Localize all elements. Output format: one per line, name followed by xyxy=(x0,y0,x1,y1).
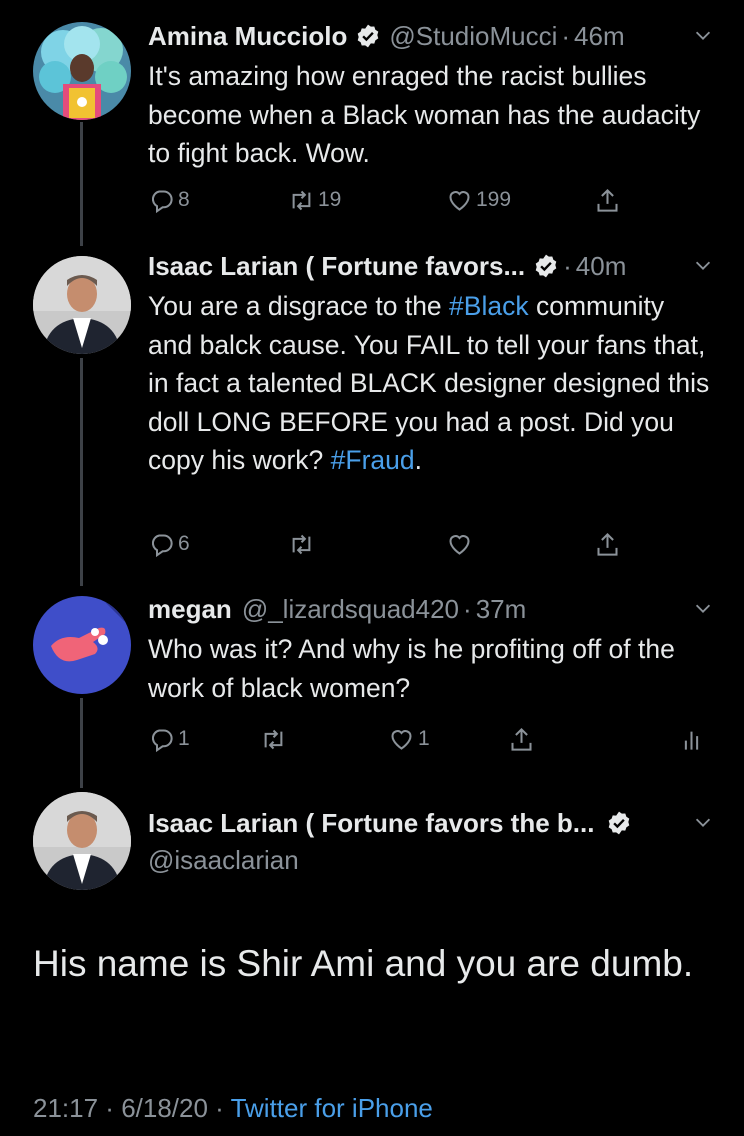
verified-icon xyxy=(609,811,630,835)
avatar[interactable] xyxy=(33,22,131,120)
thread-line xyxy=(80,358,83,586)
like-count: 199 xyxy=(476,188,512,211)
like-button[interactable]: 1 xyxy=(388,722,430,756)
focus-handle-row: @isaaclarian xyxy=(148,840,714,880)
tweet-actions: 8 19 199 xyxy=(148,183,668,217)
tweet-text: Who was it? And why is he profiting off … xyxy=(148,634,675,703)
reply-icon xyxy=(151,189,173,213)
author-name[interactable]: Isaac Larian ( Fortune favors the b... xyxy=(148,808,594,839)
tweet-time[interactable]: 40m xyxy=(576,251,627,282)
separator-dot: · xyxy=(98,1093,122,1123)
analytics-icon xyxy=(684,731,699,750)
author-handle[interactable]: @_lizardsquad420 xyxy=(242,594,459,625)
reply-icon xyxy=(151,728,173,752)
analytics-button[interactable] xyxy=(678,722,708,756)
reply-button[interactable]: 8 xyxy=(148,183,190,217)
chevron-down-icon[interactable] xyxy=(692,811,714,833)
chevron-down-icon[interactable] xyxy=(692,597,714,619)
separator-dot: · xyxy=(561,20,571,51)
share-button[interactable] xyxy=(594,183,624,217)
retweet-button[interactable] xyxy=(260,722,290,756)
author-name[interactable]: Amina Mucciolo xyxy=(148,21,347,52)
retweet-icon xyxy=(264,729,283,749)
reply-button[interactable]: 1 xyxy=(148,722,190,756)
like-count: 1 xyxy=(418,727,430,750)
tweet-meta: 21:17 · 6/18/20 · Twitter for iPhone xyxy=(33,1093,433,1124)
retweet-button[interactable] xyxy=(288,527,318,561)
separator-dot: · xyxy=(563,250,572,281)
like-button[interactable] xyxy=(446,527,476,561)
retweet-icon xyxy=(292,534,311,554)
like-icon xyxy=(449,534,470,555)
share-icon xyxy=(597,188,618,212)
avatar[interactable] xyxy=(33,256,131,354)
avatar[interactable] xyxy=(33,792,131,890)
hashtag-link[interactable]: #Fraud xyxy=(331,445,415,475)
separator-dot: · xyxy=(463,593,472,624)
verified-icon xyxy=(358,24,379,48)
tweet-actions: 6 xyxy=(148,527,668,561)
avatar[interactable] xyxy=(33,596,131,694)
verified-icon xyxy=(535,254,557,278)
share-icon xyxy=(511,727,532,751)
reply-count: 6 xyxy=(178,532,190,555)
chevron-down-icon[interactable] xyxy=(692,24,714,46)
thread-line xyxy=(80,122,83,246)
tweet-text: You are a disgrace to the #Black communi… xyxy=(148,287,714,480)
tweet-header: megan @_lizardsquad420 · 37m xyxy=(148,589,714,629)
focus-tweet-text: His name is Shir Ami and you are dumb. xyxy=(33,943,694,984)
tweet-actions: 1 1 xyxy=(148,722,714,756)
thread-line xyxy=(80,698,83,788)
author-handle[interactable]: @StudioMucci xyxy=(389,21,557,52)
reply-count: 1 xyxy=(178,727,190,750)
share-button[interactable] xyxy=(594,527,624,561)
retweet-count: 19 xyxy=(318,188,342,211)
tweet-date: 6/18/20 xyxy=(121,1093,208,1123)
reply-count: 8 xyxy=(178,188,190,211)
tweet-header: Amina Mucciolo @StudioMucci · 46m xyxy=(148,16,714,56)
author-handle[interactable]: @isaaclarian xyxy=(148,845,299,876)
tweet-text: It's amazing how enraged the racist bull… xyxy=(148,61,701,168)
tweet-source-link[interactable]: Twitter for iPhone xyxy=(231,1093,433,1123)
hashtag-link[interactable]: #Black xyxy=(449,291,529,321)
author-name[interactable]: Isaac Larian ( Fortune favors... xyxy=(148,251,525,282)
like-button[interactable]: 199 xyxy=(446,183,511,217)
tweet-time[interactable]: 37m xyxy=(476,594,527,625)
tweet-time[interactable]: 46m xyxy=(574,21,625,52)
retweet-icon xyxy=(292,190,311,210)
like-icon xyxy=(391,729,412,750)
separator-dot: · xyxy=(207,1093,231,1123)
tweet-time: 21:17 xyxy=(33,1093,99,1123)
author-name[interactable]: megan xyxy=(148,594,232,625)
retweet-button[interactable]: 19 xyxy=(288,183,341,217)
share-button[interactable] xyxy=(508,722,538,756)
tweet-text-part: . xyxy=(414,445,422,475)
focus-header: Isaac Larian ( Fortune favors the b... xyxy=(148,803,714,843)
tweet-text-part: You are a disgrace to the xyxy=(148,291,450,321)
share-icon xyxy=(597,532,618,556)
chevron-down-icon[interactable] xyxy=(692,254,714,276)
like-icon xyxy=(449,190,470,211)
reply-icon xyxy=(151,533,173,557)
tweet-header: Isaac Larian ( Fortune favors... · 40m xyxy=(148,246,714,286)
reply-button[interactable]: 6 xyxy=(148,527,190,561)
